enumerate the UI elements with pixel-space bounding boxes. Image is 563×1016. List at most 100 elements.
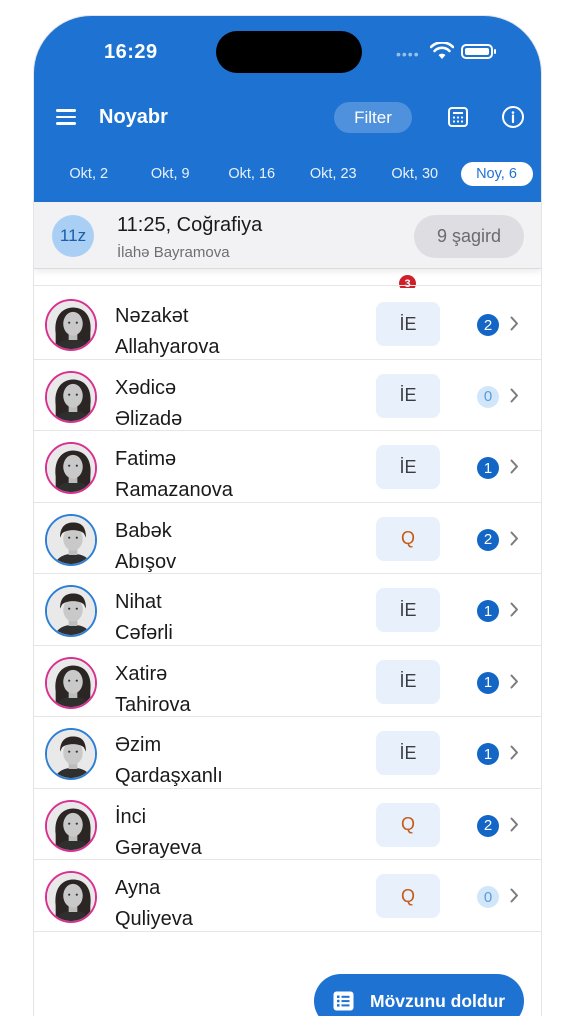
info-icon[interactable]	[501, 105, 525, 129]
student-row[interactable]: Fatimə Ramazanova İE 1	[34, 431, 541, 503]
student-name: Babək Abışov	[115, 516, 176, 578]
grade-count-badge: 1	[477, 671, 499, 694]
students-count-button[interactable]: 9 şagird	[414, 215, 524, 258]
student-first-name: Babək	[115, 519, 172, 542]
grade-count-badge: 0	[477, 886, 499, 908]
avatar	[45, 728, 97, 780]
student-row[interactable]: Nihat Cəfərli İE 1	[34, 574, 541, 646]
avatar	[45, 370, 97, 423]
student-last-name: Quliyeva	[115, 908, 193, 930]
student-last-name: Tahirova	[115, 693, 191, 716]
attendance-mark-button[interactable]: İE	[376, 659, 440, 704]
chevron-right-icon[interactable]	[510, 674, 519, 689]
week-tab[interactable]: Okt, 2	[48, 162, 130, 186]
avatar	[45, 656, 97, 709]
student-name: Xatirə Tahirova	[115, 659, 191, 721]
grade-count-badge: 1	[477, 600, 499, 622]
chevron-right-icon[interactable]	[510, 316, 519, 331]
class-badge: 11z	[52, 215, 94, 257]
student-first-name: Fatimə	[115, 448, 177, 470]
divider	[34, 285, 541, 286]
chevron-right-icon[interactable]	[510, 817, 519, 832]
week-tab[interactable]: Okt, 16	[211, 162, 293, 186]
attendance-mark-button[interactable]: İE	[376, 373, 440, 418]
student-first-name: Xədicə	[115, 376, 177, 399]
fill-topic-button[interactable]: Mövzunu doldur	[314, 974, 524, 1016]
student-row[interactable]: Əzim Qardaşxanlı İE 1	[34, 717, 541, 789]
avatar	[45, 799, 97, 852]
student-last-name: Cəfərli	[115, 622, 173, 644]
attendance-mark-button[interactable]: İE	[376, 302, 440, 346]
attendance-mark-button[interactable]: Q	[376, 802, 440, 847]
week-selector: Okt, 2 Okt, 9 Okt, 16 Okt, 23 Okt, 30 No…	[48, 162, 536, 186]
avatar	[45, 585, 97, 637]
student-first-name: Nihat	[115, 591, 162, 613]
student-row[interactable]: Xədicə Əlizadə İE 0	[34, 359, 541, 435]
lesson-card[interactable]: 11z 11:25, Coğrafiya İlahə Bayramova 9 ş…	[34, 202, 541, 269]
chevron-right-icon[interactable]	[510, 459, 519, 474]
student-row[interactable]: Nəzakət Allahyarova İE 2	[34, 288, 541, 360]
grade-count-badge: 0	[477, 385, 499, 408]
phone-screen: 16:29 •••• Noyabr Filter Okt, 2 Okt, 9 O…	[33, 15, 542, 1016]
list-icon	[333, 991, 354, 1011]
grade-count-badge: 2	[477, 814, 499, 837]
student-row[interactable]: İnci Gərayeva Q 2	[34, 788, 541, 864]
battery-icon	[461, 44, 496, 59]
grade-count-badge: 1	[477, 457, 499, 479]
app-header: 16:29 •••• Noyabr Filter Okt, 2 Okt, 9 O…	[34, 16, 541, 202]
student-name: Fatimə Ramazanova	[115, 444, 233, 506]
dynamic-island	[216, 31, 362, 73]
student-last-name: Əlizadə	[115, 407, 183, 430]
chevron-right-icon[interactable]	[510, 531, 519, 546]
student-first-name: Əzim	[115, 734, 162, 756]
avatar	[45, 442, 97, 494]
week-tab[interactable]: Okt, 23	[293, 162, 375, 186]
filter-button[interactable]: Filter	[334, 102, 412, 133]
grade-count-badge: 2	[477, 314, 499, 336]
student-row[interactable]: Babək Abışov Q 2	[34, 502, 541, 578]
chevron-right-icon[interactable]	[510, 602, 519, 617]
attendance-mark-button[interactable]: İE	[376, 445, 440, 489]
student-first-name: Nəzakət	[115, 305, 189, 327]
student-list: Nəzakət Allahyarova İE 2 Xədicə Əlizadə İE 0 Fat…	[34, 288, 541, 932]
grade-count-badge: 1	[477, 743, 499, 765]
student-last-name: Ramazanova	[115, 479, 233, 501]
lesson-title: 11:25, Coğrafiya	[117, 214, 263, 236]
attendance-mark-button[interactable]: İE	[376, 588, 440, 632]
student-last-name: Abışov	[115, 550, 177, 573]
week-tab[interactable]: Okt, 9	[130, 162, 212, 186]
grade-count-badge: 2	[477, 528, 499, 551]
student-name: Nəzakət Allahyarova	[115, 301, 220, 363]
student-row[interactable]: Xatirə Tahirova İE 1	[34, 645, 541, 721]
wifi-icon	[430, 42, 454, 59]
student-last-name: Gərayeva	[115, 836, 202, 859]
student-name: Əzim Qardaşxanlı	[115, 730, 223, 792]
chevron-right-icon[interactable]	[510, 888, 519, 903]
week-tab[interactable]: Okt, 30	[374, 162, 456, 186]
attendance-mark-button[interactable]: Q	[376, 516, 440, 561]
calculator-icon[interactable]	[447, 106, 469, 128]
attendance-mark-button[interactable]: Q	[376, 874, 440, 918]
status-bar: 16:29 ••••	[34, 16, 541, 86]
fill-topic-label: Mövzunu doldur	[370, 990, 506, 1011]
student-first-name: İnci	[115, 805, 147, 828]
menu-icon[interactable]	[56, 109, 76, 125]
signal-icon: ••••	[396, 46, 420, 62]
student-name: Xədicə Əlizadə	[115, 373, 182, 435]
page-title: Noyabr	[99, 106, 168, 128]
student-name: Nihat Cəfərli	[115, 587, 173, 649]
status-time: 16:29	[104, 41, 158, 63]
chevron-right-icon[interactable]	[510, 745, 519, 760]
student-name: İnci Gərayeva	[115, 802, 202, 864]
attendance-mark-button[interactable]: İE	[376, 731, 440, 775]
student-last-name: Qardaşxanlı	[115, 765, 223, 787]
student-last-name: Allahyarova	[115, 336, 220, 358]
student-first-name: Ayna	[115, 877, 161, 899]
student-row[interactable]: Ayna Quliyeva Q 0	[34, 860, 541, 932]
avatar	[45, 299, 97, 351]
chevron-right-icon[interactable]	[510, 388, 519, 403]
student-name: Ayna Quliyeva	[115, 873, 193, 935]
avatar	[45, 871, 97, 923]
student-first-name: Xatirə	[115, 662, 168, 685]
week-tab-active[interactable]: Noy, 6	[460, 162, 533, 186]
